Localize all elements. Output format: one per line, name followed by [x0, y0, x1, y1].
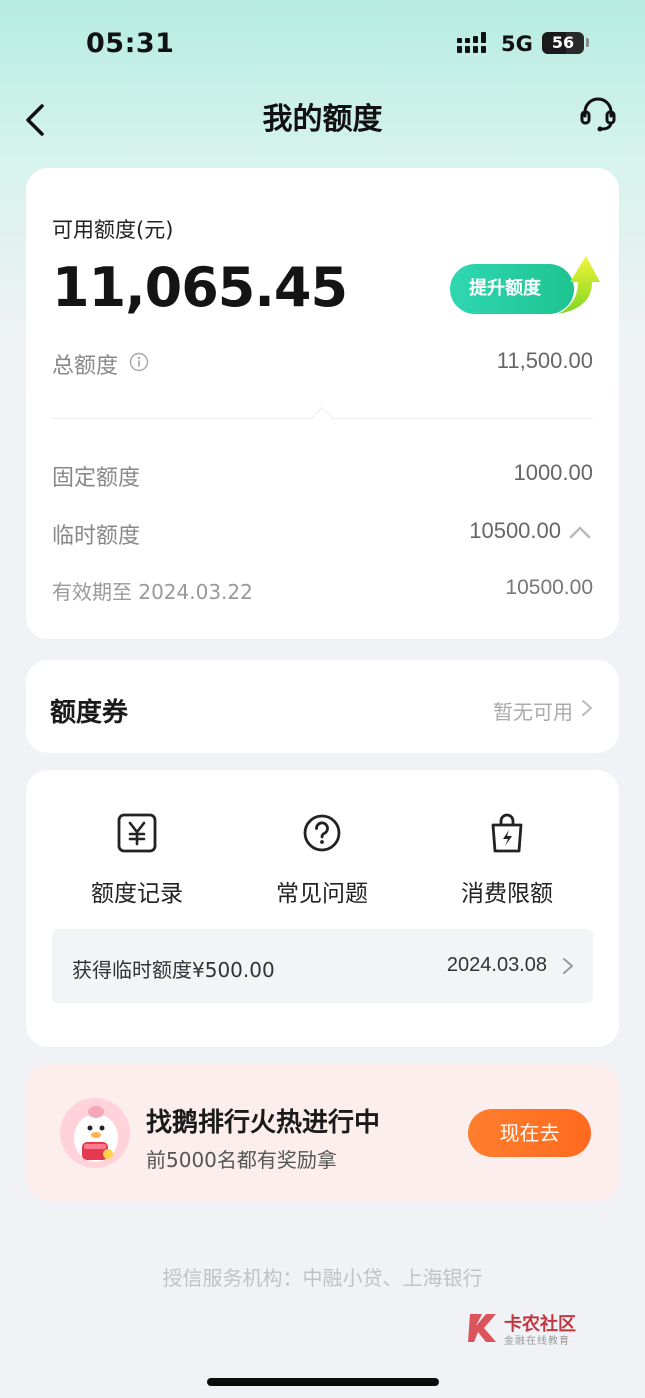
tool-label: 额度记录 — [91, 881, 183, 907]
chevron-right-icon — [582, 700, 592, 716]
temp-label: 临时额度 — [52, 524, 141, 549]
fixed-value: 1000.00 — [513, 460, 593, 485]
credit-institutions-note: 授信服务机构：中融小贷、上海银行 — [162, 1266, 483, 1290]
valid-until-value: 10500.00 — [505, 576, 593, 599]
battery-text: 56 — [551, 33, 575, 52]
coupon-status: 暂无可用 — [493, 700, 573, 724]
kanong-logo-icon — [468, 1314, 496, 1342]
tool-label: 常见问题 — [276, 881, 368, 907]
promo-title: 找鹅排行火热进行中 — [146, 1108, 381, 1138]
tool-faq[interactable]: 常见问题 — [229, 770, 415, 907]
signal-icon — [457, 32, 486, 53]
home-indicator — [207, 1378, 439, 1386]
goose-mascot-icon — [60, 1098, 130, 1168]
total-label: 总额度 — [52, 354, 119, 379]
battery-indicator: 56 — [542, 32, 584, 54]
record-date: 2024.03.08 — [446, 954, 547, 976]
question-icon — [303, 814, 341, 852]
promo-subtitle: 前5000名都有奖励拿 — [146, 1148, 337, 1172]
available-amount: 11,065.45 — [52, 256, 348, 319]
tool-spending-limit[interactable]: 消费限额 — [414, 770, 600, 907]
headset-icon[interactable] — [578, 94, 618, 134]
fixed-label: 固定额度 — [52, 466, 141, 491]
temp-value: 10500.00 — [469, 518, 561, 543]
chevron-up-icon[interactable] — [568, 522, 592, 542]
bag-bolt-icon — [491, 813, 523, 853]
tool-credit-record[interactable]: 额度记录 — [44, 770, 230, 907]
go-now-button[interactable]: 现在去 — [468, 1109, 591, 1157]
chevron-right-icon — [563, 958, 573, 974]
status-time: 05:31 — [86, 28, 175, 59]
coupon-title: 额度券 — [50, 698, 129, 728]
valid-until-label: 有效期至 2024.03.22 — [52, 580, 253, 604]
total-value: 11,500.00 — [496, 348, 593, 373]
page-title: 我的额度 — [262, 102, 383, 137]
network-label: 5G — [501, 32, 533, 56]
watermark-sub: 金融在线教育 — [504, 1336, 570, 1347]
available-label: 可用额度(元) — [52, 218, 174, 242]
battery-tip — [586, 38, 589, 47]
yen-icon — [117, 813, 157, 853]
record-text: 获得临时额度¥500.00 — [72, 958, 275, 982]
tool-label: 消费限额 — [461, 881, 553, 907]
info-icon[interactable] — [129, 352, 149, 372]
arrow-up-icon — [558, 256, 600, 314]
